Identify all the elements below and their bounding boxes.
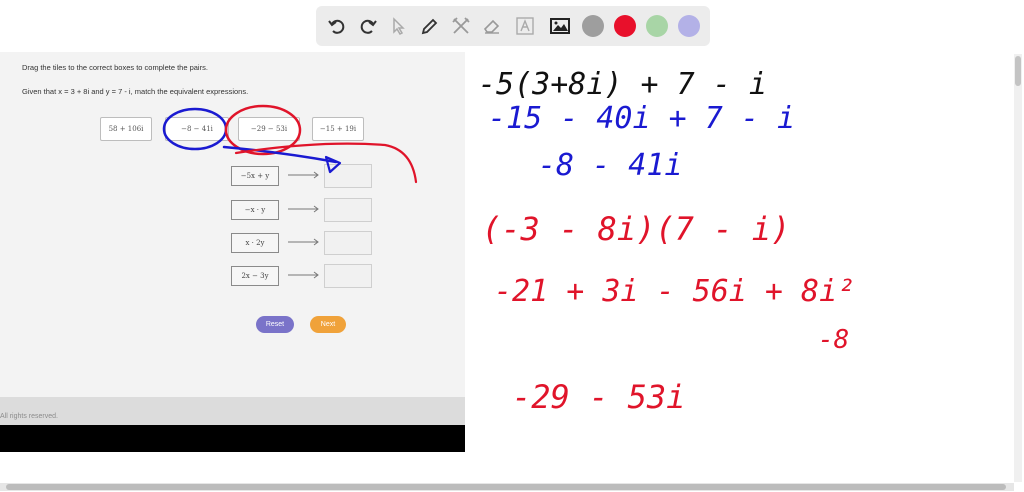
color-red-swatch[interactable] [614,15,636,37]
handwritten-work: -5(3+8i) + 7 - i -15 - 40i + 7 - i -8 - … [478,67,855,416]
expression-box: x · 2y [231,233,279,253]
color-gray-swatch[interactable] [582,15,604,37]
answer-tile[interactable]: −29 − 53i [238,117,300,141]
work-line: -21 + 3i - 56i + 8i² [494,274,855,309]
undo-icon[interactable] [325,14,349,38]
arrow-icon [288,271,319,279]
question-photo: Drag the tiles to the correct boxes to c… [0,52,465,452]
work-line: -5(3+8i) + 7 - i [478,67,767,102]
next-button[interactable]: Next [310,316,346,333]
answer-tile[interactable]: −8 − 41i [165,117,229,141]
expression-box: −x · y [231,200,279,220]
work-line: -29 - 53i [512,378,685,416]
horizontal-scrollbar-thumb[interactable] [6,484,1006,490]
arrow-icon [288,171,319,179]
arrow-icon [288,205,319,213]
work-line: -8 - 41i [538,148,683,183]
expression-box: 2x − 3y [231,266,279,286]
color-green-swatch[interactable] [646,15,668,37]
eraser-icon[interactable] [480,14,504,38]
drop-target[interactable] [324,231,372,255]
work-line: -8 [818,325,849,355]
vertical-scrollbar[interactable] [1014,54,1022,482]
arrow-icon [288,238,319,246]
reset-button[interactable]: Reset [256,316,294,333]
question-card: Drag the tiles to the correct boxes to c… [0,52,465,397]
drop-target[interactable] [324,164,372,188]
pointer-icon[interactable] [387,14,411,38]
given-text: Given that x = 3 + 8i and y = 7 - i, mat… [22,87,249,96]
expression-box: −5x + y [231,166,279,186]
drop-target[interactable] [324,198,372,222]
instruction-text: Drag the tiles to the correct boxes to c… [22,63,208,72]
redo-icon[interactable] [356,14,380,38]
color-purple-swatch[interactable] [678,15,700,37]
answer-tile[interactable]: −15 + 19i [312,117,364,141]
image-icon[interactable] [548,14,572,38]
work-line: (-3 - 8i)(7 - i) [482,210,790,248]
vertical-scrollbar-thumb[interactable] [1015,56,1021,86]
pen-icon[interactable] [418,14,442,38]
drawing-toolbar [316,6,710,46]
work-line: -15 - 40i + 7 - i [488,101,795,136]
tools-icon[interactable] [449,14,473,38]
footer-strip [0,397,465,425]
drop-target[interactable] [324,264,372,288]
text-icon[interactable] [513,14,537,38]
answer-tile[interactable]: 58 + 106i [100,117,152,141]
footer-text: All rights reserved. [0,413,58,420]
